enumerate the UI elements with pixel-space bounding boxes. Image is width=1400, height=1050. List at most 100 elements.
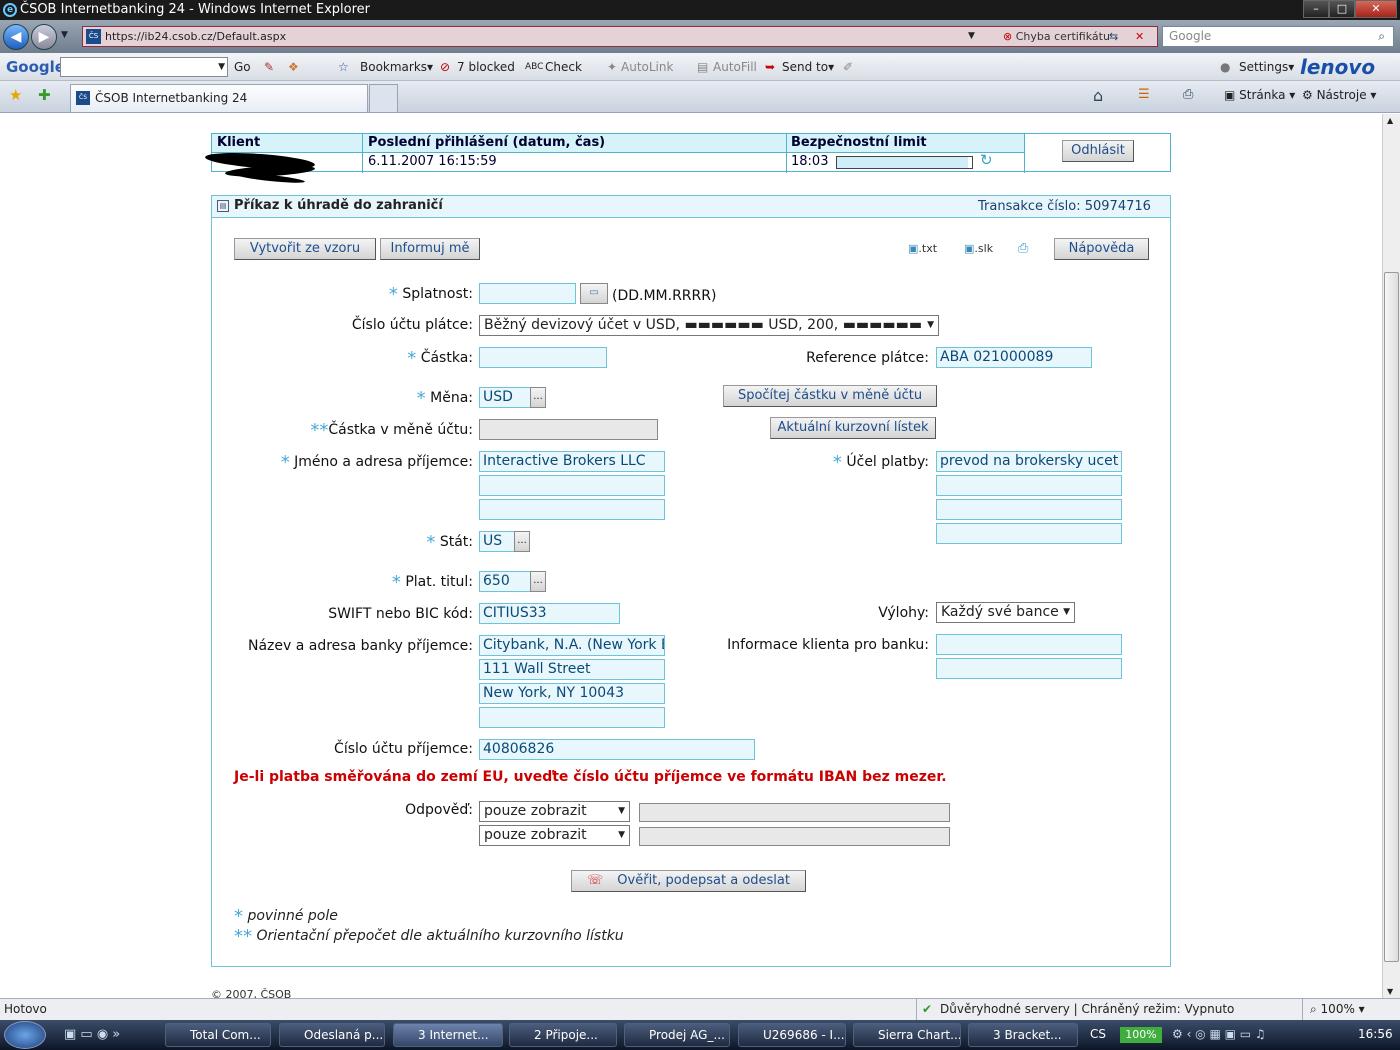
rss-feed-icon[interactable]: ☰ (1138, 87, 1150, 102)
inform-me-button[interactable]: Informuj mě (380, 238, 480, 260)
calendar-icon[interactable]: ▭ (580, 283, 608, 304)
taskbar-item[interactable]: 3 Internet... (393, 1023, 503, 1047)
certificate-error[interactable]: ⊗ Chyba certifikátu (1003, 27, 1110, 46)
add-favorites-icon[interactable]: ✚ (38, 86, 51, 104)
calculate-amount-button[interactable]: Spočítej částku v měně účtu (723, 385, 937, 407)
close-button[interactable]: ✕ (1355, 0, 1397, 18)
swift-input[interactable]: CITIUS33 (479, 603, 620, 624)
forward-button[interactable]: ▶ (31, 24, 57, 50)
bank-line3-input[interactable]: New York, NY 10043 (479, 683, 665, 704)
payer-account-select[interactable]: Běžný devizový účet v USD, ▬▬▬▬▬▬ USD, 2… (479, 315, 939, 336)
currency-input[interactable]: USD (479, 387, 531, 408)
payment-title-input[interactable]: 650 (479, 571, 531, 592)
fees-select[interactable]: Každý své bance ▼ (936, 602, 1075, 623)
payment-title-picker-button[interactable]: ... (530, 571, 546, 592)
history-dropdown-icon[interactable]: ▼ (61, 30, 68, 40)
autolink-button[interactable]: AutoLink (621, 53, 673, 81)
start-button[interactable] (4, 1021, 46, 1049)
scroll-down-icon[interactable]: ▼ (1387, 987, 1393, 996)
client-info-line1-input[interactable] (936, 634, 1122, 655)
page-menu[interactable]: ▣ Stránka ▾ (1224, 88, 1295, 102)
logout-button[interactable]: Odhlásit (1062, 140, 1134, 162)
zoom-control[interactable]: ⌕ 100% ▾ (1310, 999, 1365, 1020)
pencil-icon[interactable]: ✐ (843, 53, 853, 81)
exchange-rates-button[interactable]: Aktuální kurzovní lístek (770, 417, 936, 439)
recipient-line1-input[interactable]: Interactive Brokers LLC (479, 451, 665, 472)
back-arrow-icon: ◀ (10, 29, 22, 45)
purpose-line3-input[interactable] (936, 499, 1122, 520)
response2-select[interactable]: pouze zobrazit ▼ (479, 825, 630, 846)
favorites-star-icon[interactable]: ★ (9, 86, 22, 104)
battery-indicator[interactable]: 100% (1120, 1027, 1162, 1043)
response1-select[interactable]: pouze zobrazit ▼ (479, 801, 630, 822)
export-txt-button[interactable]: ▣.txt (908, 242, 937, 255)
print-icon[interactable]: ⎙ (1018, 241, 1028, 256)
popup-blocked-button[interactable]: 7 blocked (457, 53, 515, 81)
maximize-button[interactable]: □ (1329, 0, 1355, 18)
stop-icon[interactable]: ✕ (1135, 27, 1144, 46)
print-icon[interactable]: ⎙ (1183, 87, 1193, 102)
home-icon[interactable]: ⌂ (1093, 86, 1103, 105)
tools-menu[interactable]: ⚙ Nástroje ▾ (1302, 88, 1376, 102)
recipient-line3-input[interactable] (479, 499, 665, 520)
taskbar-item[interactable]: Odeslaná p... (279, 1023, 385, 1047)
toolbar-popup-icon[interactable]: ❖ (288, 53, 299, 81)
security-zone-text[interactable]: Důvěryhodné servery | Chráněný režim: Vy… (940, 999, 1234, 1020)
taskbar-item[interactable]: 2 Připoje... (509, 1023, 617, 1047)
new-tab-button[interactable] (369, 84, 398, 112)
create-from-template-button[interactable]: Vytvořit ze vzoru (234, 238, 376, 260)
url-dropdown-icon[interactable]: ▼ (968, 27, 975, 46)
taskbar-item[interactable]: Total Com... (165, 1023, 271, 1047)
tab-csob[interactable]: ČS ČSOB Internetbanking 24 (70, 84, 368, 112)
chevron-down-icon: ▼ (1063, 607, 1070, 617)
bank-line1-input[interactable]: Citybank, N.A. (New York Br (479, 635, 665, 656)
payer-reference-input[interactable]: ABA 021000089 (936, 347, 1092, 368)
currency-label: * Měna: (416, 388, 473, 409)
country-picker-button[interactable]: ... (514, 531, 530, 552)
toolbar-tool-icon[interactable]: ✎ (264, 53, 274, 81)
taskbar-item[interactable]: Sierra Chart... (853, 1023, 961, 1047)
taskbar-item[interactable]: U269686 - I... (738, 1023, 846, 1047)
refresh-icon[interactable]: ⇆ (1109, 27, 1118, 46)
lenovo-logo: lenovo (1300, 55, 1376, 79)
autofill-button[interactable]: AutoFill (713, 53, 757, 81)
help-button[interactable]: Nápověda (1054, 238, 1149, 260)
taskbar-item[interactable]: Prodej AG_... (624, 1023, 730, 1047)
check-button[interactable]: Check (545, 53, 582, 81)
bank-line4-input[interactable] (479, 707, 665, 728)
refresh-timer-icon[interactable]: ↻ (980, 151, 993, 169)
search-icon[interactable]: ⌕ (1378, 27, 1385, 46)
purpose-label: * Účel platby: (832, 452, 929, 473)
tray-icons[interactable]: ⚙ ‹ ◎ ▦ ▣ ▭ ♫ (1172, 1027, 1266, 1041)
bookmarks-button[interactable]: Bookmarks▾ (360, 53, 433, 81)
purpose-line4-input[interactable] (936, 523, 1122, 544)
sendto-button[interactable]: Send to▾ (782, 53, 834, 81)
country-input[interactable]: US (479, 531, 515, 552)
clock[interactable]: 16:56 (1358, 1027, 1393, 1041)
vertical-scrollbar[interactable]: ▲ ▼ (1382, 114, 1400, 998)
back-button[interactable]: ◀ (3, 24, 29, 50)
quicklaunch-icons[interactable]: ▣ ▭ ◉ » (64, 1027, 120, 1042)
client-info-line2-input[interactable] (936, 658, 1122, 679)
go-button[interactable]: Go (234, 53, 251, 81)
bank-line2-input[interactable]: 111 Wall Street (479, 659, 665, 680)
search-input[interactable]: Google ⌕ (1162, 26, 1394, 47)
language-indicator[interactable]: CS (1090, 1027, 1106, 1041)
google-search-input[interactable]: ▼ (60, 57, 228, 77)
due-date-input[interactable] (479, 283, 576, 304)
minimize-button[interactable]: – (1303, 0, 1329, 18)
purpose-line2-input[interactable] (936, 475, 1122, 496)
submit-button[interactable]: ☏ Ověřit, podepsat a odeslat (571, 870, 806, 892)
url-input[interactable]: ČS https://ib24.csob.cz/Default.aspx ▼ ⊗… (82, 26, 1158, 47)
settings-button[interactable]: Settings▾ (1239, 53, 1294, 81)
currency-picker-button[interactable]: ... (530, 387, 546, 408)
copyright-footer: © 2007, ČSOB (211, 988, 292, 998)
recipient-line2-input[interactable] (479, 475, 665, 496)
export-slk-button[interactable]: ▣.slk (964, 242, 993, 255)
scroll-thumb[interactable] (1384, 272, 1399, 962)
purpose-line1-input[interactable]: prevod na brokersky ucet (936, 451, 1122, 472)
amount-input[interactable] (479, 347, 607, 368)
taskbar-item[interactable]: 3 Bracket... (968, 1023, 1078, 1047)
scroll-up-icon[interactable]: ▲ (1387, 116, 1393, 125)
recipient-account-input[interactable]: 40806826 (479, 739, 755, 760)
